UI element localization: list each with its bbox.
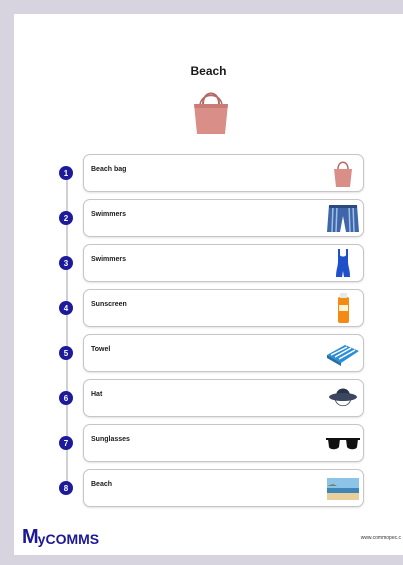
item-label: Beach [91,481,113,488]
list-item: 7 Sunglasses [54,424,374,462]
item-card: Beach bag [83,154,364,192]
item-card: Swimmers [83,199,364,237]
page-title: Beach [190,64,227,78]
list-item: 2 Swimmers [54,199,374,237]
step-number: 1 [59,166,73,180]
item-label: Beach bag [91,166,127,173]
item-card: Towel [83,334,364,372]
item-card: Swimmers [83,244,364,282]
item-card: Hat [83,379,364,417]
step-number: 5 [59,346,73,360]
sunscreen-icon [338,293,349,323]
step-number: 3 [59,256,73,270]
item-label: Swimmers [91,256,127,263]
step-number: 7 [59,436,73,450]
list-item: 3 Swimmers [54,244,374,282]
item-card: Sunscreen [83,289,364,327]
swimsuit-icon [336,249,350,277]
beach-photo-icon [327,478,359,500]
footer-url: www.commopec.c [360,535,401,541]
logo-wordmark: yCOMMS [37,531,100,547]
towel-icon [327,345,359,366]
board-shorts-icon [327,204,359,233]
item-card: Sunglasses [83,424,364,462]
sunglasses-icon [326,438,360,450]
list-item: 8 Beach [54,469,374,507]
item-label: Towel [91,346,111,353]
document-page: Beach 1 Beach bag 2 Swimmers 3 Swimmers … [14,14,403,555]
list-item: 4 Sunscreen [54,289,374,327]
list-item: 5 Towel [54,334,374,372]
item-label: Sunscreen [91,301,127,308]
list-item: 1 Beach bag [54,154,374,192]
item-card: Beach [83,469,364,507]
mycomms-logo: M yCOMMS [22,523,99,547]
step-number: 8 [59,481,73,495]
step-number: 6 [59,391,73,405]
step-number: 2 [59,211,73,225]
beach-bag-icon [194,92,228,134]
item-label: Sunglasses [91,436,130,443]
item-label: Swimmers [91,211,127,218]
item-label: Hat [91,391,103,398]
logo-m: M [22,526,39,548]
bucket-hat-icon [329,388,357,407]
beach-bag-icon [334,161,352,187]
list-item: 6 Hat [54,379,374,417]
step-number: 4 [59,301,73,315]
